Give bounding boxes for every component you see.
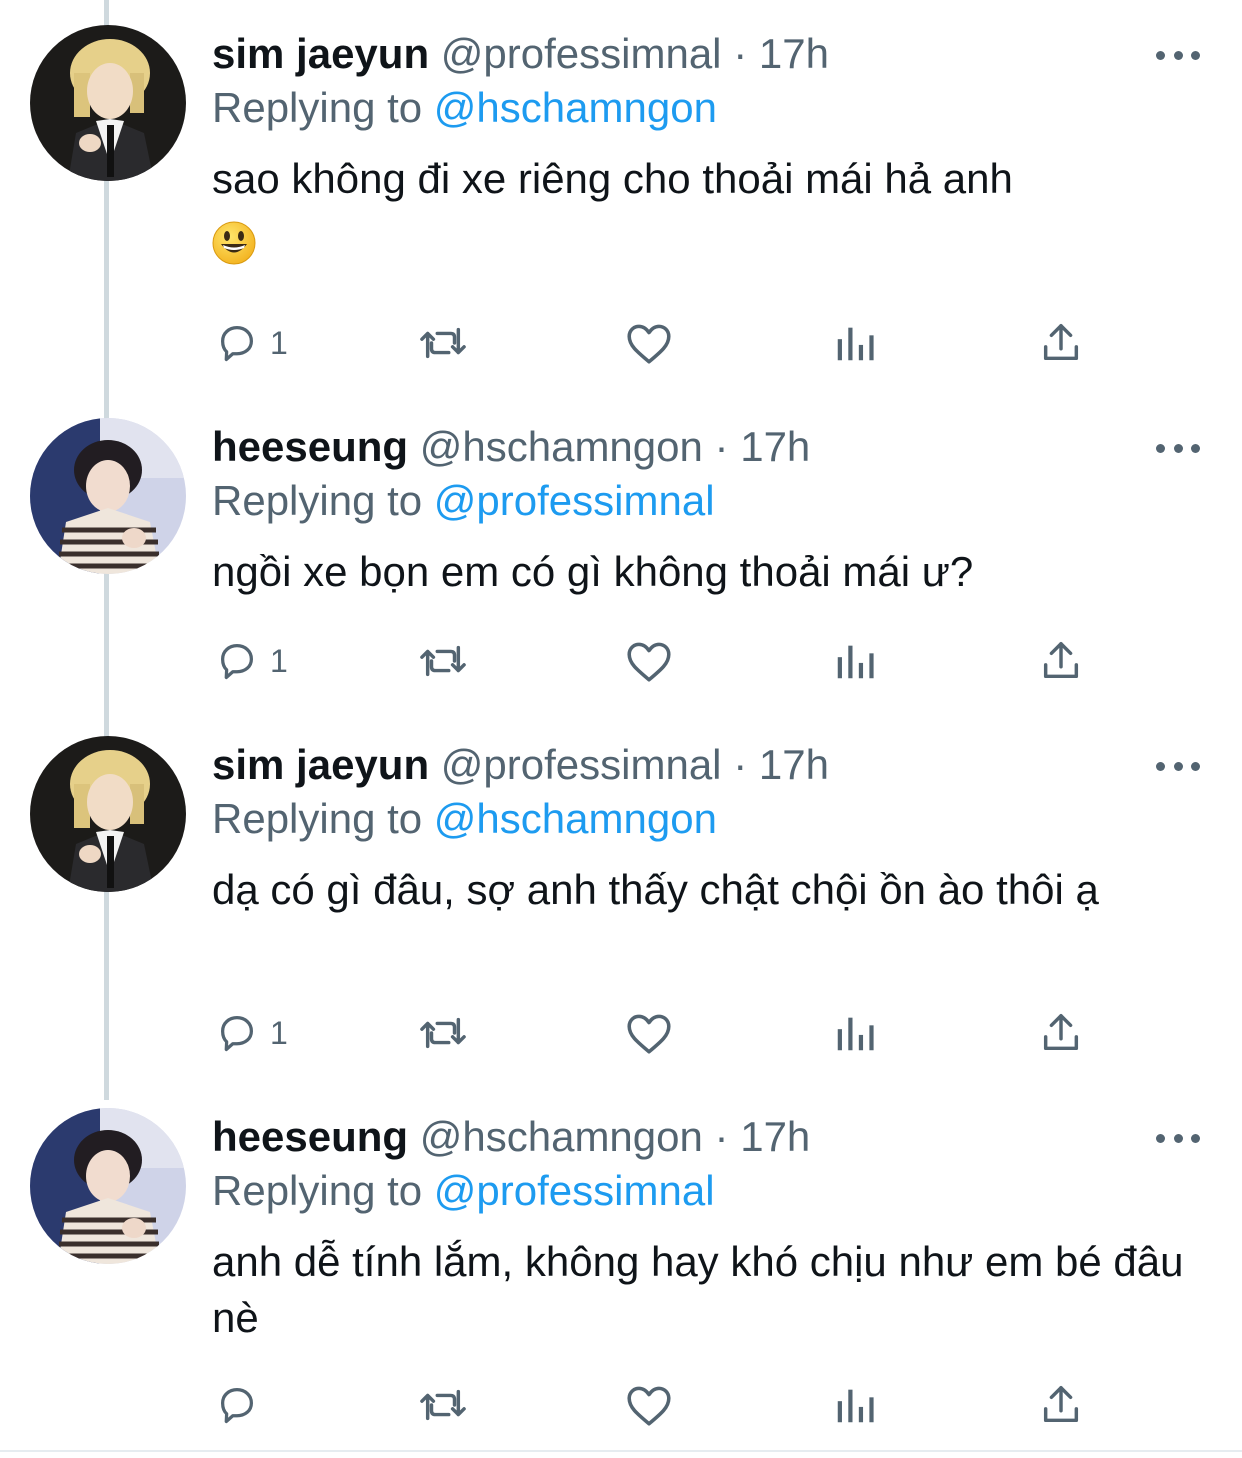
avatar[interactable]	[30, 25, 186, 181]
like-button[interactable]	[624, 320, 674, 366]
user-handle[interactable]: @professimnal	[441, 30, 722, 77]
avatar[interactable]	[30, 736, 186, 892]
tweet-actions: 1	[0, 320, 1242, 376]
separator-dot: ·	[714, 423, 729, 470]
tweet-actions: 1	[0, 1010, 1242, 1066]
share-icon	[1043, 324, 1079, 361]
tweet-header: heeseung @hschamngon · 17h	[212, 1110, 810, 1164]
grinning-face-emoji	[212, 221, 260, 269]
heart-icon	[627, 642, 671, 682]
reply-button[interactable]	[214, 1382, 270, 1428]
reply-button[interactable]: 1	[214, 320, 288, 366]
share-button[interactable]	[1038, 1010, 1084, 1056]
replying-to-handle[interactable]: @professimnal	[434, 477, 715, 524]
share-icon	[1043, 1014, 1079, 1051]
share-button[interactable]	[1038, 638, 1084, 684]
like-button[interactable]	[624, 638, 674, 684]
retweet-icon	[420, 327, 466, 359]
separator-dot: ·	[714, 1113, 729, 1160]
more-options-icon[interactable]	[1156, 758, 1200, 774]
replying-to-line: Replying to @professimnal	[212, 1164, 715, 1218]
retweet-button[interactable]	[414, 320, 472, 366]
heart-icon	[627, 1014, 671, 1054]
more-options-icon[interactable]	[1156, 440, 1200, 456]
retweet-button[interactable]	[414, 638, 472, 684]
display-name[interactable]: sim jaeyun	[212, 741, 429, 788]
replying-to-handle[interactable]: @hschamngon	[434, 795, 717, 842]
retweet-icon	[420, 645, 466, 677]
avatar[interactable]	[30, 418, 186, 574]
analytics-icon	[837, 1017, 874, 1051]
replying-label: Replying to	[212, 1167, 423, 1214]
analytics-button[interactable]	[832, 1382, 878, 1428]
timestamp[interactable]: 17h	[759, 30, 829, 77]
reply-count: 1	[270, 1014, 288, 1051]
divider	[0, 1450, 1242, 1452]
retweet-button[interactable]	[414, 1010, 472, 1056]
reply-button[interactable]: 1	[214, 638, 288, 684]
share-button[interactable]	[1038, 320, 1084, 366]
tweet-header: sim jaeyun @professimnal · 17h	[212, 27, 829, 81]
share-icon	[1043, 642, 1079, 679]
avatar[interactable]	[30, 1108, 186, 1264]
replying-to-line: Replying to @hschamngon	[212, 81, 717, 135]
reply-count: 1	[270, 324, 288, 361]
tweet-header: heeseung @hschamngon · 17h	[212, 420, 810, 474]
tweet-text: anh dễ tính lắm, không hay khó chịu như …	[212, 1238, 1184, 1341]
more-options-icon[interactable]	[1156, 47, 1200, 63]
reply-icon	[220, 644, 254, 680]
reply-count: 1	[270, 642, 288, 679]
reply-icon	[220, 1016, 254, 1052]
separator-dot: ·	[733, 741, 748, 788]
replying-label: Replying to	[212, 477, 423, 524]
timestamp[interactable]: 17h	[740, 423, 810, 470]
user-handle[interactable]: @hschamngon	[420, 1113, 703, 1160]
timestamp[interactable]: 17h	[759, 741, 829, 788]
timestamp[interactable]: 17h	[740, 1113, 810, 1160]
analytics-button[interactable]	[832, 1010, 878, 1056]
user-handle[interactable]: @hschamngon	[420, 423, 703, 470]
tweet-actions	[0, 1382, 1242, 1438]
retweet-button[interactable]	[414, 1382, 472, 1428]
reply-icon	[220, 1388, 254, 1424]
share-icon	[1043, 1386, 1079, 1423]
replying-label: Replying to	[212, 84, 423, 131]
replying-to-line: Replying to @hschamngon	[212, 792, 717, 846]
user-handle[interactable]: @professimnal	[441, 741, 722, 788]
like-button[interactable]	[624, 1382, 674, 1428]
analytics-icon	[837, 645, 874, 679]
display-name[interactable]: heeseung	[212, 1113, 408, 1160]
retweet-icon	[420, 1389, 466, 1421]
heart-icon	[627, 1386, 671, 1426]
heart-icon	[627, 324, 671, 364]
replying-label: Replying to	[212, 795, 423, 842]
separator-dot: ·	[733, 30, 748, 77]
more-options-icon[interactable]	[1156, 1130, 1200, 1146]
analytics-button[interactable]	[832, 320, 878, 366]
analytics-icon	[837, 1389, 874, 1423]
replying-to-handle[interactable]: @hschamngon	[434, 84, 717, 131]
analytics-button[interactable]	[832, 638, 878, 684]
tweet-text: ngồi xe bọn em có gì không thoải mái ư?	[212, 548, 974, 595]
share-button[interactable]	[1038, 1382, 1084, 1428]
display-name[interactable]: sim jaeyun	[212, 30, 429, 77]
tweet-header: sim jaeyun @professimnal · 17h	[212, 738, 829, 792]
tweet-text: dạ có gì đâu, sợ anh thấy chật chội ồn à…	[212, 866, 1099, 913]
like-button[interactable]	[624, 1010, 674, 1056]
analytics-icon	[837, 327, 874, 361]
reply-icon	[220, 326, 254, 362]
retweet-icon	[420, 1017, 466, 1049]
display-name[interactable]: heeseung	[212, 423, 408, 470]
reply-button[interactable]: 1	[214, 1010, 288, 1056]
tweet-text: sao không đi xe riêng cho thoải mái hả a…	[212, 155, 1013, 202]
tweet-actions: 1	[0, 638, 1242, 694]
replying-to-handle[interactable]: @professimnal	[434, 1167, 715, 1214]
replying-to-line: Replying to @professimnal	[212, 474, 715, 528]
